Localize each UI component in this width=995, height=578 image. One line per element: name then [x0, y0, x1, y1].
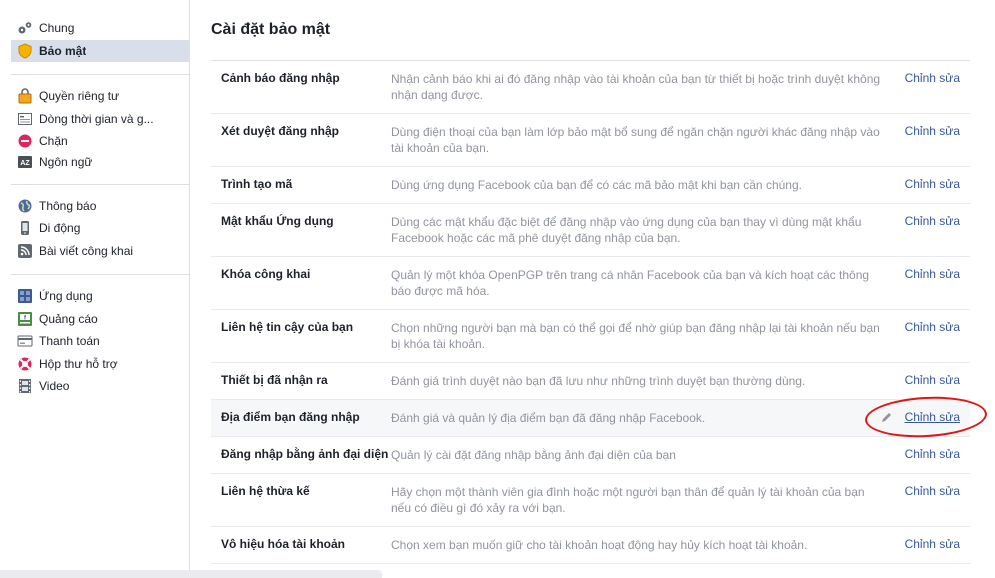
sidebar-item-rss[interactable]: Bài viết công khai — [11, 240, 189, 262]
browser-status-bar — [0, 570, 382, 578]
sidebar-item-label: Thanh toán — [39, 334, 100, 348]
svg-text:AZ: AZ — [20, 160, 30, 167]
setting-label: Đăng nhập bằng ảnh đại diện — [221, 447, 389, 461]
main-content: Cài đặt bảo mật Cảnh báo đăng nhập Nhận c… — [190, 0, 995, 578]
sidebar-divider — [11, 274, 189, 275]
setting-description: Nhận cảnh báo khi ai đó đăng nhập vào tà… — [391, 72, 881, 102]
block-icon — [17, 133, 33, 149]
sidebar-item-label: Chặn — [39, 134, 68, 148]
sidebar-item-gears[interactable]: Chung — [11, 17, 189, 39]
setting-label: Vô hiệu hóa tài khoản — [221, 537, 346, 551]
sidebar-item-ads[interactable]: f Quảng cáo — [11, 308, 189, 330]
sidebar-item-label: Bài viết công khai — [39, 244, 134, 258]
settings-row: Khóa công khai Quản lý một khóa OpenPGP t… — [211, 257, 970, 310]
sidebar-item-mobile[interactable]: Di động — [11, 217, 189, 239]
credit-card-icon — [17, 333, 33, 349]
edit-link[interactable]: Chỉnh sửa — [905, 410, 960, 424]
setting-description: Dùng ứng dụng Facebook của bạn để có các… — [391, 178, 802, 192]
pencil-icon — [881, 412, 892, 426]
sidebar-divider — [11, 184, 189, 185]
setting-label: Xét duyệt đăng nhập — [221, 124, 340, 138]
edit-link[interactable]: Chỉnh sửa — [905, 267, 960, 281]
edit-link[interactable]: Chỉnh sửa — [905, 177, 960, 191]
sidebar-item-label: Quyền riêng tư — [39, 89, 120, 103]
language-icon: AZ — [17, 154, 33, 170]
setting-description: Đánh giá và quản lý địa điểm bạn đã đăng… — [391, 411, 706, 425]
sidebar-item-label: Dòng thời gian và g... — [39, 112, 154, 126]
edit-link[interactable]: Chỉnh sửa — [905, 447, 960, 461]
settings-list: Cảnh báo đăng nhập Nhận cảnh báo khi ai đ… — [211, 60, 970, 564]
sidebar-item-globe[interactable]: Thông báo — [11, 195, 189, 217]
settings-row: Địa điểm bạn đăng nhập Đánh giá và quản l… — [211, 400, 970, 437]
setting-description: Dùng các mật khẩu đặc biệt để đăng nhập … — [391, 215, 862, 245]
sidebar-item-label: Ngôn ngữ — [39, 155, 93, 169]
setting-label: Thiết bị đã nhận ra — [221, 373, 328, 387]
settings-row: Trình tạo mã Dùng ứng dụng Facebook của b… — [211, 167, 970, 204]
setting-label: Trình tạo mã — [221, 177, 293, 191]
edit-link[interactable]: Chỉnh sửa — [905, 373, 960, 387]
globe-icon — [17, 198, 33, 214]
settings-row: Liên hệ thừa kế Hãy chọn một thành viên g… — [211, 474, 970, 527]
sidebar-item-lifebuoy[interactable]: Hộp thư hỗ trợ — [11, 353, 189, 375]
apps-icon — [17, 288, 33, 304]
sidebar-item-language[interactable]: AZ Ngôn ngữ — [11, 151, 189, 173]
lifebuoy-icon — [17, 356, 33, 372]
sidebar-item-label: Bảo mật — [39, 44, 87, 58]
setting-label: Liên hệ thừa kế — [221, 484, 310, 498]
sidebar-item-block[interactable]: Chặn — [11, 130, 189, 152]
sidebar-item-apps[interactable]: Ứng dụng — [11, 285, 189, 307]
sidebar-item-label: Di động — [39, 221, 81, 235]
setting-description: Hãy chọn một thành viên gia đình hoặc mộ… — [391, 485, 865, 515]
sidebar-item-timeline[interactable]: Dòng thời gian và g... — [11, 108, 189, 130]
edit-link[interactable]: Chỉnh sửa — [905, 484, 960, 498]
shield-icon — [17, 43, 33, 59]
sidebar-item-label: Ứng dụng — [39, 289, 93, 303]
lock-icon — [17, 88, 33, 104]
setting-description: Quản lý một khóa OpenPGP trên trang cá n… — [391, 268, 870, 298]
settings-row: Liên hệ tin cậy của bạn Chọn những người … — [211, 310, 970, 363]
settings-sidebar: Chung Bảo mật Quyền riêng tư Dòng thời gian… — [0, 0, 190, 578]
setting-description: Chọn những người bạn mà bạn có thể gọi đ… — [391, 321, 880, 351]
ads-icon: f — [17, 311, 33, 327]
sidebar-item-label: Video — [39, 379, 70, 393]
page-title: Cài đặt bảo mật — [211, 21, 331, 38]
settings-row: Vô hiệu hóa tài khoản Chọn xem bạn muốn g… — [211, 527, 970, 564]
film-icon — [17, 378, 33, 394]
timeline-icon — [17, 111, 33, 127]
setting-label: Địa điểm bạn đăng nhập — [221, 410, 360, 424]
rss-icon — [17, 243, 33, 259]
setting-label: Mật khẩu Ứng dụng — [221, 214, 334, 228]
settings-row: Mật khẩu Ứng dụng Dùng các mật khẩu đặc b… — [211, 204, 970, 257]
settings-row: Cảnh báo đăng nhập Nhận cảnh báo khi ai đ… — [211, 61, 970, 114]
sidebar-item-label: Hộp thư hỗ trợ — [39, 357, 118, 371]
settings-row: Thiết bị đã nhận ra Đánh giá trình duyệt … — [211, 363, 970, 400]
setting-description: Chọn xem bạn muốn giữ cho tài khoản hoạt… — [391, 538, 808, 552]
settings-row: Đăng nhập bằng ảnh đại diện Quản lý cài đ… — [211, 437, 970, 474]
sidebar-item-film[interactable]: Video — [11, 375, 189, 397]
edit-link[interactable]: Chỉnh sửa — [905, 214, 960, 228]
edit-link[interactable]: Chỉnh sửa — [905, 124, 960, 138]
sidebar-divider — [11, 74, 189, 75]
setting-label: Cảnh báo đăng nhập — [221, 71, 340, 85]
sidebar-item-label: Quảng cáo — [39, 312, 98, 326]
setting-description: Đánh giá trình duyệt nào bạn đã lưu như … — [391, 374, 806, 388]
edit-link[interactable]: Chỉnh sửa — [905, 71, 960, 85]
setting-label: Khóa công khai — [221, 267, 311, 281]
edit-link[interactable]: Chỉnh sửa — [905, 320, 960, 334]
sidebar-item-lock[interactable]: Quyền riêng tư — [11, 85, 189, 107]
edit-link[interactable]: Chỉnh sửa — [905, 537, 960, 551]
gears-icon — [17, 20, 33, 36]
setting-description: Dùng điện thoại của bạn làm lớp bảo mật … — [391, 125, 880, 155]
sidebar-item-label: Thông báo — [39, 199, 97, 213]
sidebar-item-label: Chung — [39, 21, 75, 35]
setting-label: Liên hệ tin cậy của bạn — [221, 320, 354, 334]
setting-description: Quản lý cài đặt đăng nhập bằng ảnh đại d… — [391, 448, 676, 462]
sidebar-item-credit-card[interactable]: Thanh toán — [11, 330, 189, 352]
settings-row: Xét duyệt đăng nhập Dùng điện thoại của b… — [211, 114, 970, 167]
mobile-icon — [17, 220, 33, 236]
sidebar-item-shield[interactable]: Bảo mật — [11, 40, 189, 62]
